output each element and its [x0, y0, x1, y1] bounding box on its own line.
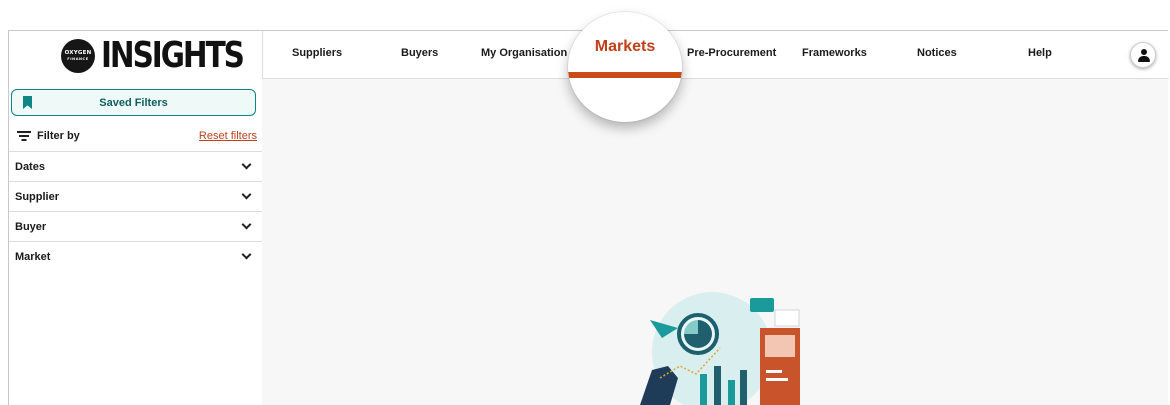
filter-by: Filter by	[17, 130, 80, 142]
nav-my-organisation[interactable]: My Organisation	[481, 47, 567, 59]
oxygen-finance-badge: OXYGEN FINANCE	[61, 39, 95, 73]
filter-section-label: Market	[15, 250, 51, 263]
brand-name: INSIGHTS	[101, 35, 245, 76]
badge-line2: FINANCE	[67, 56, 89, 61]
insights-logo: OXYGEN FINANCE INSIGHTS	[61, 37, 274, 75]
tab-markets[interactable]: Markets	[568, 12, 682, 122]
tab-markets-label: Markets	[594, 38, 656, 55]
nav-suppliers[interactable]: Suppliers	[292, 47, 342, 59]
nav-buyers[interactable]: Buyers	[401, 47, 438, 59]
nav-pre-procurement[interactable]: Pre-Procurement	[687, 47, 776, 59]
analytics-illustration	[640, 292, 800, 405]
nav-notices[interactable]: Notices	[917, 47, 957, 59]
filter-section-market[interactable]: Market	[9, 241, 262, 271]
filter-section-label: Supplier	[15, 190, 60, 203]
hand	[640, 366, 678, 405]
chevron-down-icon	[241, 189, 252, 200]
top-navigation: Suppliers Buyers My Organisation Pre-Pro…	[263, 31, 1169, 79]
filter-section-dates[interactable]: Dates	[9, 151, 262, 181]
report-card-inner	[765, 335, 795, 357]
filter-section-label: Buyer	[15, 220, 47, 233]
nav-help[interactable]: Help	[1028, 47, 1052, 59]
filter-header: Filter by Reset filters	[17, 128, 257, 144]
note-card	[774, 309, 800, 327]
chevron-down-icon	[241, 249, 252, 260]
saved-filters-button[interactable]: Saved Filters	[11, 89, 256, 116]
chevron-down-icon	[241, 219, 252, 230]
badge-line1: OXYGEN	[64, 50, 92, 56]
chart-bar-2	[714, 366, 721, 405]
chat-bubble	[750, 298, 774, 312]
filter-section-supplier[interactable]: Supplier	[9, 181, 262, 211]
chart-bar-1	[700, 374, 707, 405]
filter-icon	[17, 131, 31, 141]
filter-section-label: Dates	[15, 160, 45, 173]
chart-bar-4	[740, 370, 747, 405]
active-tab-indicator	[568, 72, 682, 78]
chevron-down-icon	[241, 159, 252, 170]
nav-frameworks[interactable]: Frameworks	[802, 47, 867, 59]
filter-by-label: Filter by	[37, 130, 80, 142]
report-card-bar-1	[766, 370, 782, 373]
user-icon[interactable]	[1130, 42, 1156, 68]
reset-filters-link[interactable]: Reset filters	[199, 130, 257, 142]
saved-filters-label: Saved Filters	[99, 96, 168, 109]
chart-bar-3	[728, 380, 735, 405]
filter-section-buyer[interactable]: Buyer	[9, 211, 262, 241]
sidebar: OXYGEN FINANCE INSIGHTS Saved Filters Fi…	[9, 31, 263, 405]
report-card-bar-2	[766, 378, 788, 381]
